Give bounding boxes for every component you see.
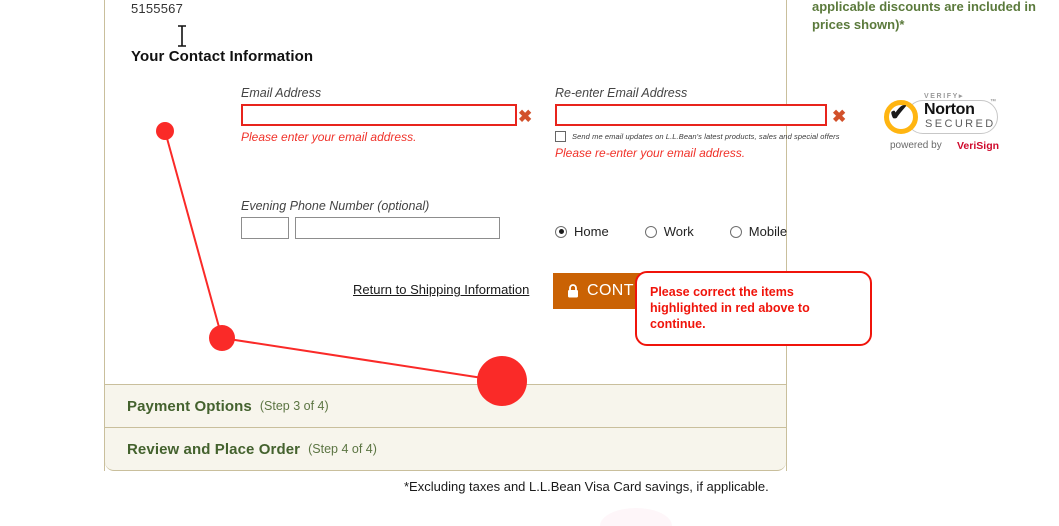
text-ibeam-cursor xyxy=(176,25,188,52)
norton-verify-label: VERIFY▸ xyxy=(924,92,964,100)
evening-phone-label-optional: (optional) xyxy=(377,199,430,213)
reenter-email-field-group: Re-enter Email Address Send me email upd… xyxy=(555,86,855,160)
reenter-email-error-x-icon: ✖ xyxy=(832,107,847,126)
promo-discount-note: applicable discounts are included in pri… xyxy=(812,0,1036,32)
evening-phone-label-main: Evening Phone Number xyxy=(241,199,374,213)
bottom-watermark xyxy=(600,508,672,526)
email-optin-label: Send me email updates on L.L.Bean's late… xyxy=(572,132,840,141)
return-to-shipping-link[interactable]: Return to Shipping Information xyxy=(353,282,529,297)
verisign-text: VeriSign xyxy=(957,140,1000,152)
contact-information-panel: 5155567 Your Contact Information Email A… xyxy=(105,0,872,384)
reenter-email-error-message: Please re-enter your email address. xyxy=(555,146,746,160)
phone-type-work[interactable]: Work xyxy=(644,224,694,239)
step-payment-title: Payment Options xyxy=(127,397,252,415)
norton-verify-text: VERIFY xyxy=(924,93,959,100)
email-optin-row[interactable]: Send me email updates on L.L.Bean's late… xyxy=(555,131,855,142)
phone-type-radio-group[interactable]: Home Work Mobile xyxy=(555,224,787,239)
step-review-subtitle: (Step 4 of 4) xyxy=(308,442,377,456)
validation-error-tooltip: Please correct the items highlighted in … xyxy=(635,271,872,346)
phone-type-work-label: Work xyxy=(663,224,694,239)
email-field-group: Email Address Please enter your email ad… xyxy=(241,86,531,144)
reenter-email-label: Re-enter Email Address xyxy=(555,86,688,100)
checkout-container: 5155567 Your Contact Information Email A… xyxy=(104,0,872,471)
step-review-title: Review and Place Order xyxy=(127,440,301,458)
radio-icon xyxy=(644,225,657,238)
evening-phone-label: Evening Phone Number (optional) xyxy=(241,199,541,213)
phone-type-home-label: Home xyxy=(574,224,609,239)
radio-icon xyxy=(555,225,567,238)
evening-phone-group: Evening Phone Number (optional) xyxy=(241,199,541,239)
norton-brand-text: Norton xyxy=(924,101,975,118)
email-label: Email Address xyxy=(241,86,322,100)
email-error-message: Please enter your email address. xyxy=(241,130,417,144)
phone-area-code-input[interactable] xyxy=(241,217,289,239)
step-payment-subtitle: (Step 3 of 4) xyxy=(259,399,329,413)
email-input[interactable] xyxy=(241,104,517,126)
radio-icon xyxy=(729,225,742,238)
email-optin-checkbox[interactable] xyxy=(555,131,566,142)
step-review-place-order[interactable]: Review and Place Order (Step 4 of 4) xyxy=(105,427,786,471)
norton-secured-badge: VERIFY▸ ✔ Norton ™ SECURED powered by Ve… xyxy=(884,92,1002,158)
norton-powered-by-text: powered by xyxy=(890,140,942,151)
phone-type-mobile[interactable]: Mobile xyxy=(729,224,788,239)
norton-verify-arrow-icon: ▸ xyxy=(958,93,965,100)
norton-secured-text: SECURED xyxy=(925,118,996,130)
phone-type-home[interactable]: Home xyxy=(555,224,609,239)
page-title: Your Contact Information xyxy=(131,48,314,65)
reenter-email-input[interactable] xyxy=(555,104,827,126)
norton-trademark-symbol: ™ xyxy=(990,99,996,105)
checkmark-icon: ✔ xyxy=(889,99,909,125)
email-error-x-icon: ✖ xyxy=(518,107,533,126)
phone-number-input[interactable] xyxy=(295,217,500,239)
step-payment-options[interactable]: Payment Options (Step 3 of 4) xyxy=(105,384,786,427)
lock-icon xyxy=(567,284,579,298)
order-number-partial: 5155567 xyxy=(131,1,184,16)
phone-type-mobile-label: Mobile xyxy=(748,224,788,239)
footnote-text: *Excluding taxes and L.L.Bean Visa Card … xyxy=(404,479,769,494)
